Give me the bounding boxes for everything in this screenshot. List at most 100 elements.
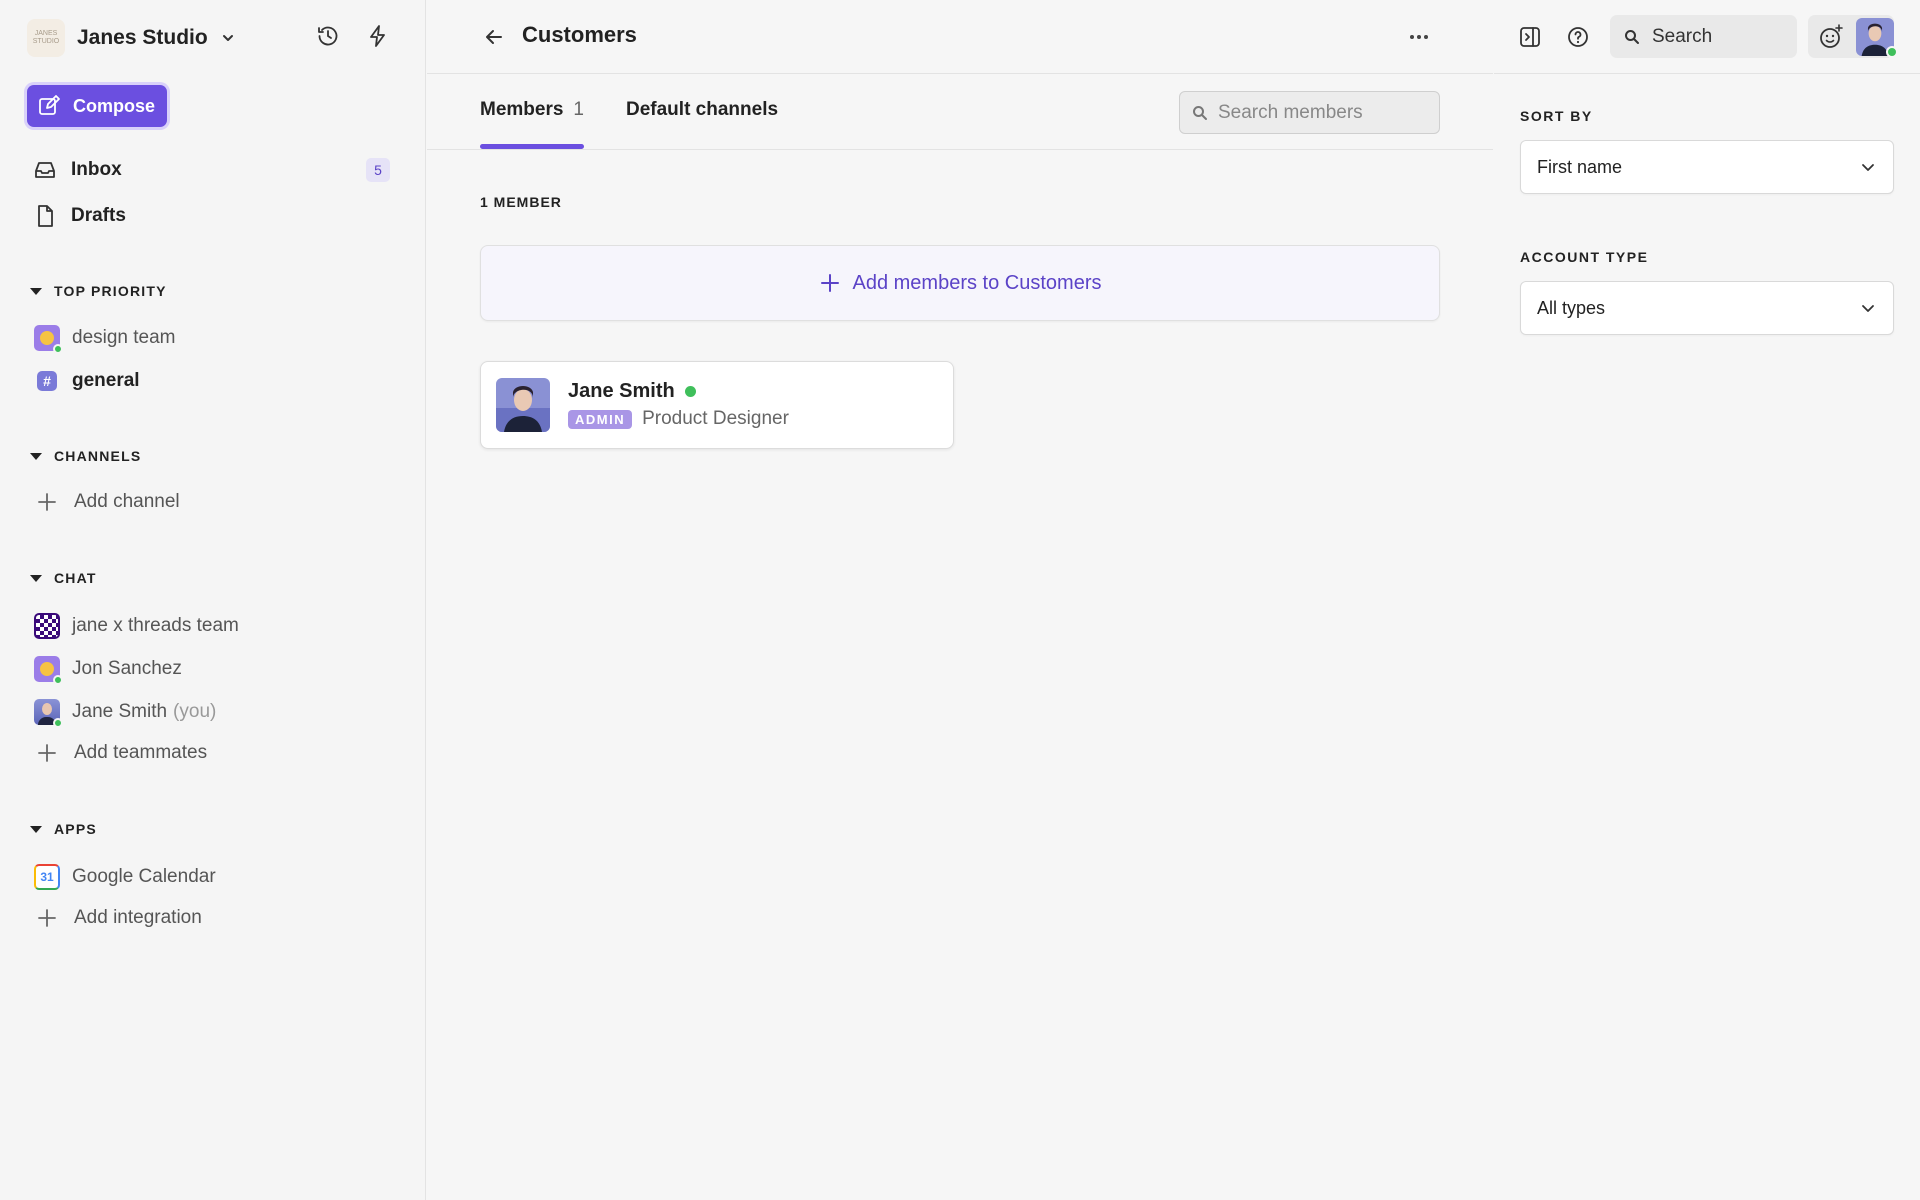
sidebar-item-drafts[interactable]: Drafts xyxy=(33,204,126,228)
hash-icon: # xyxy=(37,371,57,391)
user-status-menu[interactable] xyxy=(1808,15,1898,58)
you-suffix: (you) xyxy=(173,701,217,722)
search-placeholder: Search members xyxy=(1218,101,1363,123)
tab-label: Members xyxy=(480,99,564,120)
tab-default-channels[interactable]: Default channels xyxy=(626,99,778,121)
member-name-row: Jane Smith xyxy=(568,380,696,403)
chevron-down-icon xyxy=(1862,164,1874,171)
sort-by-value: First name xyxy=(1537,156,1623,177)
add-integration-button[interactable]: Add integration xyxy=(34,907,202,929)
sidebar-item-inbox[interactable]: Inbox xyxy=(33,158,122,182)
plus-icon xyxy=(38,909,56,927)
tab-bar: Members 1 Default channels Search members xyxy=(427,74,1493,150)
search-members-input[interactable]: Search members xyxy=(1179,91,1440,134)
add-channel-label: Add channel xyxy=(74,491,180,512)
plus-icon xyxy=(820,274,839,292)
add-channel-button[interactable]: Add channel xyxy=(34,491,180,513)
add-members-button[interactable]: Add members to Customers xyxy=(480,245,1440,321)
compose-button[interactable]: Compose xyxy=(27,85,167,127)
sidebar-item-chat-jon-sanchez[interactable]: Jon Sanchez xyxy=(34,656,182,685)
section-label: CHANNELS xyxy=(54,448,142,464)
add-emoji-status-icon[interactable] xyxy=(1818,24,1844,50)
account-type-select[interactable]: All types xyxy=(1520,281,1894,335)
search-icon xyxy=(1193,105,1207,120)
online-status-dot xyxy=(684,386,696,397)
active-tab-indicator xyxy=(480,144,584,149)
page-title: Customers xyxy=(522,22,637,47)
drafts-label: Drafts xyxy=(71,205,126,226)
avatar xyxy=(34,699,63,728)
account-type-label: ACCOUNT TYPE xyxy=(1520,249,1649,265)
add-integration-label: Add integration xyxy=(74,907,202,928)
sidebar-item-google-calendar[interactable]: 31 Google Calendar xyxy=(34,864,216,890)
member-role: Product Designer xyxy=(642,408,789,429)
compose-label: Compose xyxy=(73,95,156,116)
sidebar-item-general[interactable]: # general xyxy=(34,368,140,394)
team-avatar xyxy=(34,613,60,639)
member-name: Jane Smith xyxy=(568,380,675,402)
team-avatar xyxy=(34,325,63,354)
help-icon[interactable] xyxy=(1566,25,1590,49)
account-type-value: All types xyxy=(1537,297,1606,318)
right-panel-header: Search xyxy=(1494,0,1920,74)
plus-icon xyxy=(38,744,56,762)
inbox-icon xyxy=(35,162,55,178)
search-label: Search xyxy=(1652,25,1713,47)
member-count-label: 1 MEMBER xyxy=(480,194,562,210)
workspace-switcher[interactable]: JANES STUDIO Janes Studio xyxy=(27,19,236,57)
online-status-dot xyxy=(1886,46,1898,58)
google-calendar-icon: 31 xyxy=(34,864,60,890)
document-icon xyxy=(38,205,53,227)
page-header: Customers xyxy=(427,0,1493,74)
caret-down-icon xyxy=(30,825,42,833)
item-label: design team xyxy=(72,327,176,348)
add-members-label: Add members to Customers xyxy=(852,271,1102,294)
avatar xyxy=(34,656,63,685)
member-role-row: ADMIN Product Designer xyxy=(568,408,789,430)
panel-toggle-icon[interactable] xyxy=(1518,25,1542,49)
avatar xyxy=(496,378,550,432)
member-card[interactable]: Jane Smith ADMIN Product Designer xyxy=(480,361,954,449)
inbox-count-badge: 5 xyxy=(366,158,390,182)
section-top-priority[interactable]: TOP PRIORITY xyxy=(30,283,167,299)
add-teammates-label: Add teammates xyxy=(74,742,208,763)
main-panel: Customers Members 1 Default channels Sear… xyxy=(427,0,1493,1200)
sidebar-item-chat-jane-x-threads[interactable]: jane x threads team xyxy=(34,613,239,639)
global-search-button[interactable]: Search xyxy=(1610,15,1797,58)
section-label: CHAT xyxy=(54,570,97,586)
search-icon xyxy=(1625,29,1639,44)
compose-icon xyxy=(39,95,60,115)
admin-badge: ADMIN xyxy=(568,409,633,429)
sort-by-select[interactable]: First name xyxy=(1520,140,1894,194)
item-label: jane x threads team xyxy=(72,615,239,636)
item-label: general xyxy=(72,370,140,391)
sort-by-label: SORT BY xyxy=(1520,108,1593,124)
tab-label: Default channels xyxy=(626,99,779,120)
right-panel: Search SORT BY First name ACCOUNT TYPE A… xyxy=(1494,0,1920,1200)
add-teammates-button[interactable]: Add teammates xyxy=(34,742,207,764)
back-arrow-icon[interactable] xyxy=(483,26,505,48)
section-label: TOP PRIORITY xyxy=(54,283,167,299)
inbox-label: Inbox xyxy=(71,159,122,180)
sidebar-item-design-team[interactable]: design team xyxy=(34,325,176,354)
item-label: Jon Sanchez xyxy=(72,658,182,679)
sidebar: JANES STUDIO Janes Studio Compose Inbox … xyxy=(0,0,426,1200)
item-label: Jane Smith xyxy=(72,701,168,722)
history-icon[interactable] xyxy=(316,24,340,48)
section-channels[interactable]: CHANNELS xyxy=(30,448,141,464)
section-chat[interactable]: CHAT xyxy=(30,570,97,586)
lightning-icon[interactable] xyxy=(366,24,390,48)
section-apps[interactable]: APPS xyxy=(30,821,97,837)
tab-members[interactable]: Members 1 xyxy=(480,99,584,121)
workspace-logo: JANES STUDIO xyxy=(27,19,65,57)
tab-count: 1 xyxy=(573,99,584,120)
caret-down-icon xyxy=(30,574,42,582)
chevron-down-icon xyxy=(1862,305,1874,312)
plus-icon xyxy=(38,493,56,511)
sidebar-item-chat-jane-smith[interactable]: Jane Smith (you) xyxy=(34,699,217,728)
workspace-name: Janes Studio xyxy=(77,26,208,49)
section-label: APPS xyxy=(54,821,97,837)
caret-down-icon xyxy=(30,452,42,460)
more-options-icon[interactable] xyxy=(1407,27,1431,47)
chevron-down-icon xyxy=(222,35,233,41)
